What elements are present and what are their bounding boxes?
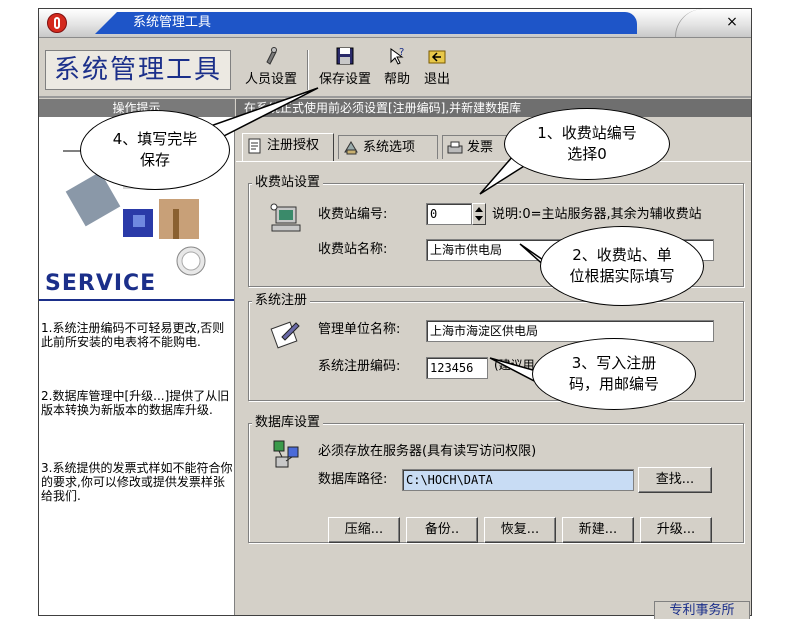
callout-station-number: 1、收费站编号选择0 xyxy=(504,108,670,180)
callout-save: 4、填写完毕保存 xyxy=(80,110,230,190)
footer-tab: 专利事务所 xyxy=(654,601,750,619)
callout-reg-code: 3、写入注册码，用邮编号 xyxy=(532,338,696,410)
callout-station-name: 2、收费站、单位根据实际填写 xyxy=(540,226,704,306)
callout-pointers xyxy=(204,87,557,385)
